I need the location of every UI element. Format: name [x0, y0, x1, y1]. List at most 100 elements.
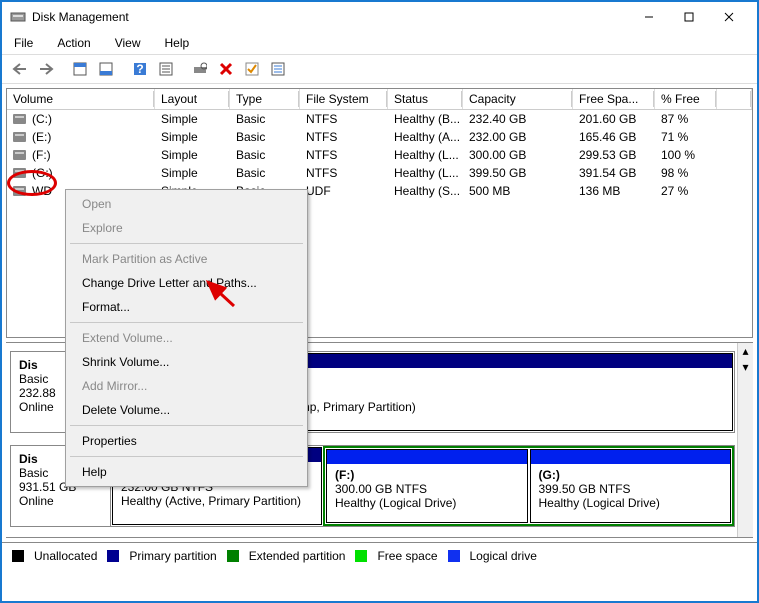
drive-icon — [13, 132, 26, 142]
menu-view[interactable]: View — [111, 34, 145, 52]
col-status[interactable]: Status — [388, 89, 463, 109]
back-button[interactable] — [8, 57, 32, 81]
volume-name: (F:) — [32, 148, 51, 162]
partition-status: Healthy (Active, Primary Partition) — [121, 494, 301, 508]
title-bar: Disk Management — [2, 2, 757, 32]
volume-free: 201.60 GB — [573, 110, 655, 128]
view-bottom-button[interactable] — [94, 57, 118, 81]
volume-capacity: 300.00 GB — [463, 146, 573, 164]
swatch-logical-icon — [448, 550, 460, 562]
col-free[interactable]: Free Spa... — [573, 89, 655, 109]
rescan-button[interactable] — [188, 57, 212, 81]
ctx-delete[interactable]: Delete Volume... — [68, 398, 305, 422]
volume-free: 165.46 GB — [573, 128, 655, 146]
legend-extended: Extended partition — [249, 549, 346, 563]
volume-pct: 87 % — [655, 110, 717, 128]
menu-bar: File Action View Help — [2, 32, 757, 54]
help-button[interactable]: ? — [128, 57, 152, 81]
menu-action[interactable]: Action — [53, 34, 94, 52]
col-spare[interactable] — [717, 89, 752, 109]
partition-bar — [531, 450, 731, 464]
volume-fs: UDF — [300, 182, 388, 200]
legend-primary: Primary partition — [129, 549, 216, 563]
ctx-change-drive-letter[interactable]: Change Drive Letter and Paths... — [68, 271, 305, 295]
col-capacity[interactable]: Capacity — [463, 89, 573, 109]
volume-capacity: 232.40 GB — [463, 110, 573, 128]
window-title: Disk Management — [32, 10, 629, 24]
partition-bar — [327, 450, 527, 464]
legend-free: Free space — [377, 549, 437, 563]
legend-unallocated: Unallocated — [34, 549, 97, 563]
volume-capacity: 399.50 GB — [463, 164, 573, 182]
ctx-help[interactable]: Help — [68, 460, 305, 484]
ctx-mark-active[interactable]: Mark Partition as Active — [68, 247, 305, 271]
volume-type: Basic — [230, 164, 300, 182]
volume-name: (G:) — [32, 166, 53, 180]
volume-pct: 98 % — [655, 164, 717, 182]
volume-pct: 100 % — [655, 146, 717, 164]
extended-partition[interactable]: (F:) 300.00 GB NTFS Healthy (Logical Dri… — [323, 446, 734, 526]
delete-button[interactable] — [214, 57, 238, 81]
ctx-format[interactable]: Format... — [68, 295, 305, 319]
volume-type: Basic — [230, 110, 300, 128]
volume-layout: Simple — [155, 110, 230, 128]
scroll-down-icon[interactable]: ▾ — [738, 359, 753, 375]
ctx-add-mirror[interactable]: Add Mirror... — [68, 374, 305, 398]
scroll-up-icon[interactable]: ▴ — [738, 343, 753, 359]
legend-logical: Logical drive — [470, 549, 537, 563]
volume-status: Healthy (S... — [388, 182, 463, 200]
partition-status: Healthy (Logical Drive) — [335, 496, 456, 510]
partition-name: (F:) — [335, 468, 354, 482]
drive-icon — [13, 114, 26, 124]
volume-name: (E:) — [32, 130, 51, 144]
check-button[interactable] — [240, 57, 264, 81]
ctx-explore[interactable]: Explore — [68, 216, 305, 240]
table-row[interactable]: (E:)SimpleBasicNTFSHealthy (A...232.00 G… — [7, 128, 752, 146]
ctx-shrink[interactable]: Shrink Volume... — [68, 350, 305, 374]
volume-free: 391.54 GB — [573, 164, 655, 182]
settings-button[interactable] — [154, 57, 178, 81]
col-fs[interactable]: File System — [300, 89, 388, 109]
maximize-button[interactable] — [669, 3, 709, 31]
table-row[interactable]: (F:)SimpleBasicNTFSHealthy (L...300.00 G… — [7, 146, 752, 164]
volume-type: Basic — [230, 128, 300, 146]
partition[interactable]: (F:) 300.00 GB NTFS Healthy (Logical Dri… — [326, 449, 528, 523]
volume-layout: Simple — [155, 146, 230, 164]
drive-icon — [13, 186, 26, 196]
forward-button[interactable] — [34, 57, 58, 81]
volume-name: WD — [32, 184, 52, 198]
close-button[interactable] — [709, 3, 749, 31]
col-volume[interactable]: Volume — [7, 89, 155, 109]
swatch-unallocated-icon — [12, 550, 24, 562]
ctx-open[interactable]: Open — [68, 192, 305, 216]
volume-layout: Simple — [155, 128, 230, 146]
volume-pct: 71 % — [655, 128, 717, 146]
app-icon — [10, 9, 26, 25]
swatch-free-icon — [355, 550, 367, 562]
toolbar: ? — [2, 54, 757, 84]
table-row[interactable]: (G:)SimpleBasicNTFSHealthy (L...399.50 G… — [7, 164, 752, 182]
list-button[interactable] — [266, 57, 290, 81]
partition[interactable]: (G:) 399.50 GB NTFS Healthy (Logical Dri… — [530, 449, 732, 523]
volume-pct: 27 % — [655, 182, 717, 200]
drive-icon — [13, 168, 26, 178]
partition-size: 399.50 GB NTFS — [539, 482, 631, 496]
col-type[interactable]: Type — [230, 89, 300, 109]
disk-status: Online — [19, 494, 102, 508]
menu-help[interactable]: Help — [161, 34, 194, 52]
partition-name: (G:) — [539, 468, 560, 482]
volume-status: Healthy (L... — [388, 146, 463, 164]
ctx-extend[interactable]: Extend Volume... — [68, 326, 305, 350]
col-layout[interactable]: Layout — [155, 89, 230, 109]
view-top-button[interactable] — [68, 57, 92, 81]
ctx-properties[interactable]: Properties — [68, 429, 305, 453]
scrollbar[interactable]: ▴ ▾ — [737, 343, 753, 537]
volume-fs: NTFS — [300, 164, 388, 182]
volume-capacity: 500 MB — [463, 182, 573, 200]
menu-file[interactable]: File — [10, 34, 37, 52]
minimize-button[interactable] — [629, 3, 669, 31]
volume-free: 136 MB — [573, 182, 655, 200]
col-pct[interactable]: % Free — [655, 89, 717, 109]
table-row[interactable]: (C:)SimpleBasicNTFSHealthy (B...232.40 G… — [7, 110, 752, 128]
volume-list-header: Volume Layout Type File System Status Ca… — [7, 89, 752, 110]
